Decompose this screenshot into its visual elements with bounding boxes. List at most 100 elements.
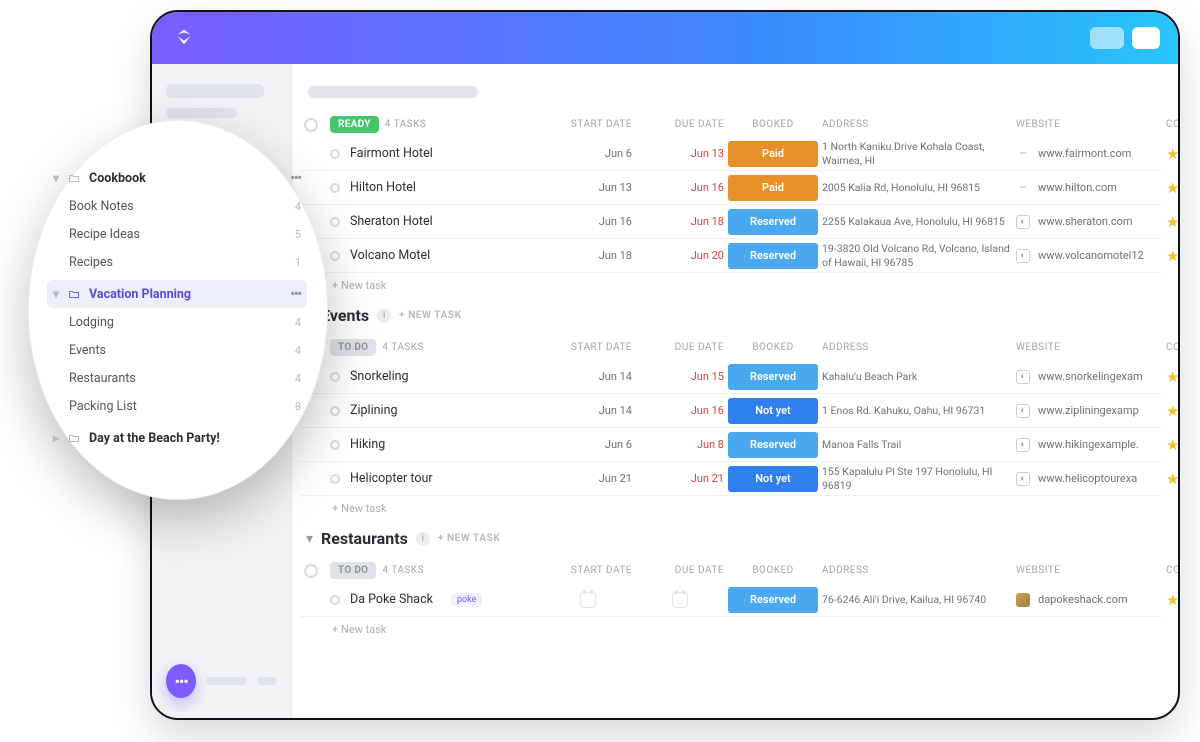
info-icon[interactable]: i	[377, 309, 391, 323]
booked-cell[interactable]: Reserved	[728, 209, 818, 235]
task-row[interactable]: Snorkeling Jun 14 Jun 15 Reserved Kahalu…	[300, 360, 1162, 394]
due-date[interactable]: Jun 20	[636, 249, 724, 262]
website-link[interactable]: ◐www.volcanomotel12	[1016, 249, 1162, 263]
task-name[interactable]: Helicopter tour	[330, 471, 540, 486]
booked-cell[interactable]: Not yet	[728, 466, 818, 492]
due-date[interactable]: Jun 15	[636, 370, 724, 383]
status-circle-icon[interactable]	[330, 474, 340, 484]
sidebar-item[interactable]: Packing List 8	[47, 392, 307, 420]
status-pill[interactable]: TO DO 4 TASKS	[330, 339, 540, 356]
sidebar-item[interactable]: Events 4	[47, 336, 307, 364]
booked-cell[interactable]: Reserved	[728, 243, 818, 269]
status-circle-icon[interactable]	[330, 183, 340, 193]
website-link[interactable]: —www.fairmont.com	[1016, 147, 1162, 161]
status-circle-icon[interactable]	[330, 149, 340, 159]
start-date[interactable]: Jun 18	[544, 249, 632, 262]
window-control-pill[interactable]	[1090, 27, 1124, 49]
due-date[interactable]: Jun 16	[636, 404, 724, 417]
calendar-icon[interactable]	[672, 592, 688, 608]
status-circle-icon[interactable]	[330, 595, 340, 605]
status-circle-icon[interactable]	[330, 440, 340, 450]
sidebar-item[interactable]: Lodging 4	[47, 308, 307, 336]
new-task-button[interactable]: + NEW TASK	[438, 533, 501, 544]
status-pill[interactable]: TO DO 4 TASKS	[330, 562, 540, 579]
booked-cell[interactable]: Reserved	[728, 432, 818, 458]
status-circle-icon	[304, 118, 318, 132]
new-task-row[interactable]: + New task	[300, 273, 1162, 292]
due-date[interactable]: Jun 18	[636, 215, 724, 228]
due-date[interactable]: Jun 13	[636, 147, 724, 160]
task-name[interactable]: Da Poke Shackpoke	[330, 592, 540, 607]
task-row[interactable]: Sheraton Hotel Jun 16 Jun 18 Reserved 22…	[300, 205, 1162, 239]
sidebar-item[interactable]: Recipe Ideas 5	[47, 220, 307, 248]
start-date[interactable]: Jun 6	[544, 438, 632, 451]
website-link[interactable]: ◐www.zipliningexamp	[1016, 404, 1162, 418]
task-row[interactable]: Helicopter tour Jun 21 Jun 21 Not yet 15…	[300, 462, 1162, 496]
booked-cell[interactable]: Paid	[728, 175, 818, 201]
sidebar-item[interactable]: Restaurants 4	[47, 364, 307, 392]
start-date[interactable]: Jun 6	[544, 147, 632, 160]
website-link[interactable]: ◐www.snorkelingexam	[1016, 370, 1162, 384]
new-task-link[interactable]: + New task	[332, 623, 540, 636]
address: 2255 Kalakaua Ave, Honolulu, HI 96815	[822, 215, 1012, 228]
task-name[interactable]: Hiking	[330, 437, 540, 452]
booked-cell[interactable]: Reserved	[728, 587, 818, 613]
website-link[interactable]: —www.hilton.com	[1016, 181, 1162, 195]
status-circle-icon[interactable]	[330, 406, 340, 416]
folder-icon	[68, 432, 80, 444]
new-task-link[interactable]: + New task	[332, 279, 540, 292]
task-row[interactable]: Da Poke Shackpoke Reserved 76-6246 Ali'i…	[300, 583, 1162, 617]
booked-cell[interactable]: Reserved	[728, 364, 818, 390]
start-date[interactable]: Jun 13	[544, 181, 632, 194]
booked-cell[interactable]: Not yet	[728, 398, 818, 424]
task-name[interactable]: Sheraton Hotel	[330, 214, 540, 229]
task-name[interactable]: Hilton Hotel	[330, 180, 540, 195]
new-task-link[interactable]: + New task	[332, 502, 540, 515]
status-circle-icon[interactable]	[330, 217, 340, 227]
website-link[interactable]: ◐www.sheraton.com	[1016, 215, 1162, 229]
website-link[interactable]: ◐www.hikingexample.	[1016, 438, 1162, 452]
window-control-button[interactable]	[1132, 27, 1160, 49]
sidebar-item[interactable]: Recipes 1	[47, 248, 307, 276]
new-task-button[interactable]: + NEW TASK	[399, 310, 462, 321]
task-tag[interactable]: poke	[451, 593, 482, 607]
sidebar-folder[interactable]: ▾ Cookbook •••	[47, 164, 307, 192]
task-name[interactable]: Volcano Motel	[330, 248, 540, 263]
start-date[interactable]: Jun 14	[544, 404, 632, 417]
chat-fab[interactable]: •••	[166, 664, 196, 698]
task-row[interactable]: Ziplining Jun 14 Jun 16 Not yet 1 Enos R…	[300, 394, 1162, 428]
task-row[interactable]: Hilton Hotel Jun 13 Jun 16 Paid 2005 Kal…	[300, 171, 1162, 205]
booked-cell[interactable]: Paid	[728, 141, 818, 167]
more-icon[interactable]: •••	[290, 171, 301, 186]
start-date[interactable]: Jun 21	[544, 472, 632, 485]
due-date[interactable]: Jun 16	[636, 181, 724, 194]
task-name[interactable]: Fairmont Hotel	[330, 146, 540, 161]
chevron-down-icon[interactable]: ▾	[306, 531, 313, 547]
chevron-icon[interactable]: ▾	[53, 171, 59, 185]
sidebar-placeholder	[166, 108, 237, 118]
due-date[interactable]: Jun 8	[636, 438, 724, 451]
task-row[interactable]: Hiking Jun 6 Jun 8 Reserved Manoa Falls …	[300, 428, 1162, 462]
website-link[interactable]: dapokeshack.com	[1016, 593, 1162, 607]
start-date[interactable]: Jun 16	[544, 215, 632, 228]
sidebar-item[interactable]: Book Notes 4	[47, 192, 307, 220]
status-pill[interactable]: READY 4 TASKS	[330, 116, 540, 133]
status-circle-icon[interactable]	[330, 372, 340, 382]
chevron-icon[interactable]: ▾	[53, 287, 59, 301]
start-date[interactable]: Jun 14	[544, 370, 632, 383]
sidebar-folder[interactable]: ▸ Day at the Beach Party!	[47, 424, 307, 452]
website-link[interactable]: ◐www.helicoptourexa	[1016, 472, 1162, 486]
info-icon[interactable]: i	[416, 532, 430, 546]
task-name[interactable]: Ziplining	[330, 403, 540, 418]
due-date[interactable]: Jun 21	[636, 472, 724, 485]
task-name[interactable]: Snorkeling	[330, 369, 540, 384]
new-task-row[interactable]: + New task	[300, 496, 1162, 515]
task-row[interactable]: Volcano Motel Jun 18 Jun 20 Reserved 19-…	[300, 239, 1162, 273]
task-row[interactable]: Fairmont Hotel Jun 6 Jun 13 Paid 1 North…	[300, 137, 1162, 171]
new-task-row[interactable]: + New task	[300, 617, 1162, 636]
status-circle-icon[interactable]	[330, 251, 340, 261]
calendar-icon[interactable]	[580, 592, 596, 608]
sidebar-folder[interactable]: ▾ Vacation Planning •••	[47, 280, 307, 308]
chevron-icon[interactable]: ▸	[53, 431, 59, 445]
more-icon[interactable]: •••	[290, 287, 301, 302]
